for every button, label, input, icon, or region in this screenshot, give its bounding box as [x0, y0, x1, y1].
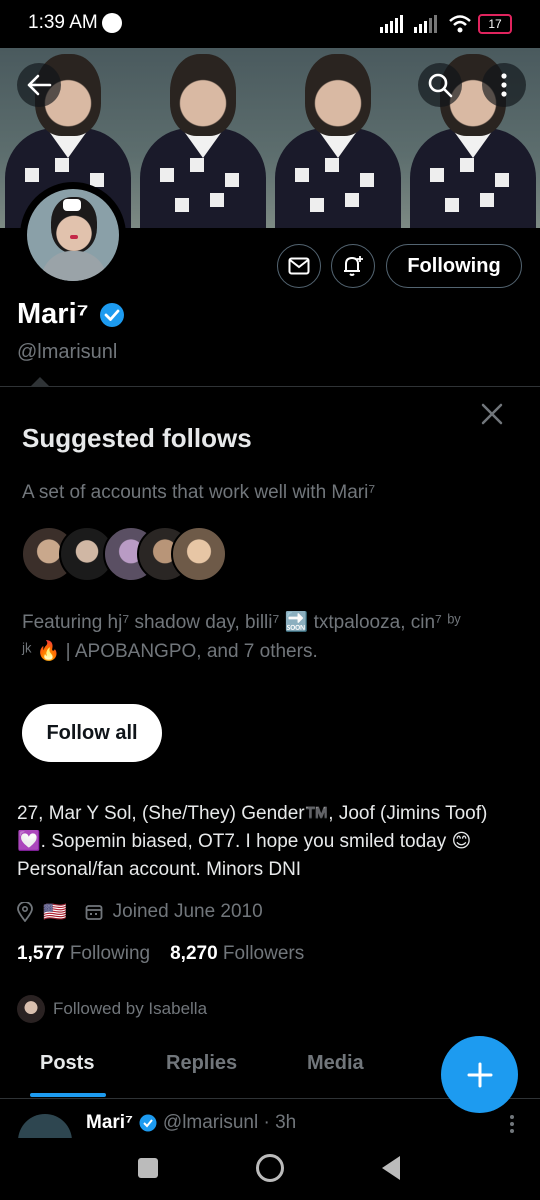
compose-button[interactable] — [441, 1036, 518, 1113]
following-link[interactable]: 1,577 Following — [17, 943, 150, 965]
back-button[interactable] — [17, 63, 61, 107]
joined-date: Joined June 2010 — [112, 901, 263, 922]
avatar[interactable] — [20, 182, 126, 288]
banner-figure — [270, 48, 405, 228]
suggested-featuring: Featuring hj⁷ shadow day, billi⁷ 🔜 txtpa… — [22, 608, 522, 666]
more-options-button[interactable] — [482, 63, 526, 107]
tab-replies[interactable]: Replies — [166, 1052, 237, 1075]
message-button[interactable] — [277, 244, 321, 288]
verified-badge-icon[interactable] — [99, 302, 125, 328]
following-button[interactable]: Following — [386, 244, 522, 288]
cat-badge-icon — [63, 199, 81, 211]
bio-line-3: Personal/fan account. Minors DNI — [17, 859, 302, 880]
follow-counts: 1,577 Following 8,270 Followers — [17, 943, 304, 965]
plus-icon — [467, 1062, 492, 1087]
dismiss-suggested-button[interactable] — [478, 400, 506, 428]
wifi-icon — [449, 15, 471, 33]
suggested-subtitle: A set of accounts that work well with Ma… — [22, 482, 376, 503]
verified-badge-icon — [139, 1114, 157, 1132]
status-bar: 1:39 AM 17 — [0, 0, 540, 48]
more-vertical-icon — [510, 1115, 514, 1133]
post-handle-time: @lmarisunl · 3h — [162, 1112, 297, 1133]
profile-meta: 🇺🇸 Joined June 2010 — [17, 900, 263, 924]
divider — [0, 386, 540, 387]
active-tab-indicator — [30, 1093, 106, 1097]
post-more-button[interactable] — [508, 1114, 516, 1141]
status-icons: 17 — [380, 14, 512, 34]
signal-icon-2 — [414, 15, 437, 33]
search-button[interactable] — [418, 63, 462, 107]
location-flag: 🇺🇸 — [43, 902, 67, 923]
suggested-avatars[interactable] — [21, 526, 227, 582]
follow-all-button[interactable]: Follow all — [22, 704, 162, 762]
battery-icon: 17 — [478, 14, 512, 34]
system-nav-bar — [0, 1138, 540, 1200]
follower-avatar — [17, 995, 45, 1023]
followers-label: Followers — [222, 943, 305, 964]
post-author-name: Mari⁷ — [86, 1112, 133, 1133]
bio-line-2: 💟. Sopemin biased, OT7. I hope you smile… — [17, 831, 472, 852]
following-count: 1,577 — [17, 943, 65, 964]
back-arrow-icon — [27, 74, 52, 96]
mail-icon — [288, 257, 310, 275]
followers-link[interactable]: 8,270 Followers — [170, 943, 304, 965]
suggested-avatar — [171, 526, 227, 582]
signal-icon — [380, 15, 403, 33]
messenger-icon — [102, 13, 122, 33]
post-header: Mari⁷ @lmarisunl · 3h — [86, 1112, 296, 1134]
system-back-button[interactable] — [382, 1156, 400, 1180]
location-icon — [17, 902, 33, 922]
followed-by-text: Followed by Isabella — [53, 999, 208, 1018]
home-button[interactable] — [256, 1154, 284, 1182]
following-label: Following — [69, 943, 151, 964]
tab-media[interactable]: Media — [307, 1052, 364, 1075]
handle: @lmarisunl — [17, 341, 118, 363]
pointer-caret — [30, 377, 50, 387]
bio: 27, Mar Y Sol, (She/They) Gender™️, Joof… — [17, 800, 532, 884]
profile-name-row: Mari⁷ — [17, 298, 125, 331]
display-name: Mari⁷ — [17, 298, 89, 330]
bio-line-1: 27, Mar Y Sol, (She/They) Gender™️, Joof… — [17, 803, 488, 824]
banner-figure — [135, 48, 270, 228]
suggested-title: Suggested follows — [22, 423, 252, 453]
notifications-button[interactable] — [331, 244, 375, 288]
featuring-line-1: Featuring hj⁷ shadow day, billi⁷ 🔜 txtpa… — [22, 612, 461, 633]
bell-plus-icon — [344, 256, 363, 276]
recent-apps-button[interactable] — [138, 1158, 158, 1178]
status-time: 1:39 AM — [28, 12, 98, 33]
close-icon — [481, 403, 503, 425]
followers-count: 8,270 — [170, 943, 218, 964]
calendar-icon — [85, 905, 103, 920]
tab-posts[interactable]: Posts — [40, 1052, 94, 1075]
search-icon — [428, 73, 453, 98]
more-vertical-icon — [501, 73, 507, 97]
featuring-line-2: ʲᵏ 🔥 | APOBANGPO, and 7 others. — [22, 641, 318, 662]
followed-by[interactable]: Followed by Isabella — [17, 995, 207, 1023]
